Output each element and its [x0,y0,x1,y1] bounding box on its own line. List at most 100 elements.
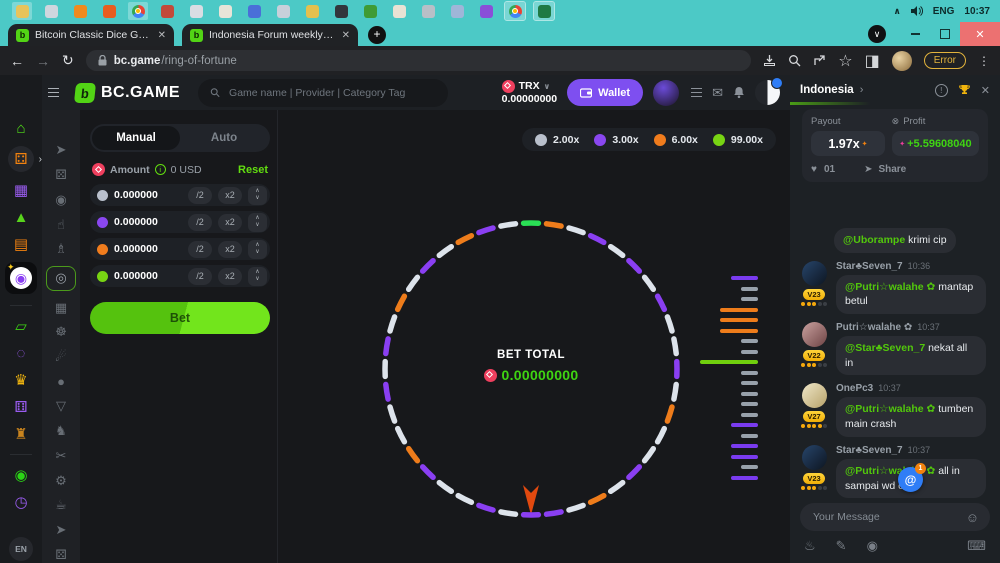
reset-button[interactable]: Reset [238,164,268,176]
double-button[interactable]: x2 [218,268,242,285]
double-button[interactable]: x2 [218,214,242,231]
info-icon[interactable]: i [155,164,166,175]
bet-row-purple[interactable]: 0.000000 /2 x2 ∧∨ [90,211,270,233]
wallet-button[interactable]: Wallet [567,79,643,106]
browser-tab-1[interactable]: b Bitcoin Classic Dice Game - Play | ✕ [8,24,174,46]
bet-row-gray[interactable]: 0.000000 /2 x2 ∧∨ [90,184,270,206]
message-input[interactable] [811,510,960,524]
maximize-button[interactable] [930,22,960,46]
game-item-hilo[interactable]: ♗ [48,241,74,258]
like-heart-icon[interactable]: ♥ [811,164,817,175]
mention-link[interactable]: @Star♣Seven_7 [845,342,925,354]
back-icon[interactable]: ← [10,53,24,69]
bet-amount-value[interactable]: 0.000000 [114,243,158,255]
keyboard-icon[interactable]: ⌨ [967,538,986,554]
double-button[interactable]: x2 [218,241,242,258]
tab-close-icon[interactable]: ✕ [158,30,166,41]
sidebar-item-recent[interactable]: ◷ [6,493,36,511]
room-chevron-icon[interactable]: › [860,84,864,96]
half-button[interactable]: /2 [188,187,212,204]
penguin-icon[interactable] [331,2,351,20]
folder-icon[interactable] [302,2,322,20]
chat-input-bar[interactable]: ☺ [800,503,990,531]
excel-icon[interactable] [534,2,554,20]
clipboard-icon[interactable] [186,2,206,20]
amount-stepper[interactable]: ∧∨ [248,267,267,286]
game-search[interactable] [198,79,448,107]
username[interactable]: Star♣Seven_7 [836,445,903,456]
sidebar-item-roulette[interactable]: ◌ [6,344,36,362]
bookmark-star-icon[interactable]: ☆ [838,51,852,71]
bet-amount-value[interactable]: 0.000000 [114,189,158,201]
game-item-wheel[interactable]: ☸ [48,324,74,341]
tray-language[interactable]: ENG [933,6,955,17]
side-panel-icon[interactable]: ◨ [865,51,880,71]
chat-rules-icon[interactable]: ! [935,84,948,97]
game-item-rocket[interactable]: ➤ [48,522,74,539]
viewer-icon[interactable] [447,2,467,20]
bet-row-orange[interactable]: 0.000000 /2 x2 ∧∨ [90,238,270,260]
game-item-classic-dice[interactable]: ⚄ [48,167,74,184]
share-bet-button[interactable]: ➤ Share [864,164,906,175]
mention-link[interactable]: @Putri☆walahe ✿ [845,403,935,415]
sidebar-item-slots[interactable]: ▦ [6,181,36,199]
new-tab-button[interactable]: + [368,26,386,44]
sidebar-item-language[interactable]: EN [9,537,33,561]
user-menu-icon[interactable] [691,88,702,98]
install-icon[interactable] [763,54,776,67]
bet-row-green[interactable]: 0.000000 /2 x2 ∧∨ [90,265,270,287]
user-avatar[interactable] [653,80,679,106]
bcgame-logo[interactable]: b BC.GAME [75,83,180,103]
share-icon[interactable] [813,54,826,67]
avatar[interactable] [802,322,827,347]
half-button[interactable]: /2 [188,241,212,258]
amount-stepper[interactable]: ∧∨ [248,240,267,259]
browser-menu-icon[interactable]: ⋮ [978,54,990,68]
game-item-limbo[interactable]: ☄ [48,349,74,366]
search-input[interactable] [227,86,436,100]
hot-icon[interactable]: ♨ [804,538,816,554]
robot-icon[interactable] [360,2,380,20]
username[interactable]: OnePc3 [836,383,873,394]
browser-avatar[interactable] [892,51,912,71]
game-item-triangle[interactable]: ▽ [48,398,74,415]
mention-link[interactable]: @Putri☆walahe ✿ [845,281,935,293]
game-item-gear[interactable]: ⚙ [48,472,74,489]
minimize-button[interactable] [900,22,930,46]
amount-stepper[interactable]: ∧∨ [248,186,267,205]
mention-notification-button[interactable]: @ 1 [898,467,923,492]
sidebar-item-lottery[interactable]: ▱ [6,317,36,335]
game-item-ball[interactable]: ● [48,373,74,390]
chrome-window-icon[interactable] [505,2,525,20]
sidebar-item-ring-of-fortune[interactable]: ◉✦ [5,262,37,294]
forward-icon[interactable]: → [36,53,50,69]
sidebar-item-cards[interactable]: ▤ [6,235,36,253]
shared-bet-card[interactable]: Payout ⊗ Profit 1.97x✦ ✦+5.59608040 ♥ 01… [802,109,988,182]
game-item-crash[interactable]: ➤ [48,142,74,159]
close-button[interactable]: ✕ [960,22,1000,46]
sidebar-item-casino[interactable]: ⚃› [8,146,34,172]
reload-icon[interactable]: ↻ [62,52,74,69]
sidebar-item-tower[interactable]: ♜ [6,425,36,443]
firefox-icon[interactable] [99,2,119,20]
bet-amount-value[interactable]: 0.000000 [114,216,158,228]
avatar[interactable] [802,261,827,286]
pen-icon[interactable] [418,2,438,20]
username[interactable]: Putri☆walahe ✿ [836,322,912,333]
tab-manual[interactable]: Manual [92,126,180,150]
mention-link[interactable]: @Uborampe [843,234,905,246]
design-icon[interactable] [244,2,264,20]
media-converter-icon[interactable] [476,2,496,20]
sidebar-item-dice-duo[interactable]: ⚅ [6,398,36,416]
paint-icon[interactable] [215,2,235,20]
file-explorer-icon[interactable] [12,2,32,20]
emoji-icon[interactable]: ☺ [966,510,979,525]
game-item-ring-of-fortune[interactable]: ◎ [46,266,76,292]
chat-room-name[interactable]: Indonesia [800,84,854,96]
sidebar-item-rewards[interactable]: ◉ [6,466,36,484]
photos-icon[interactable] [41,2,61,20]
gif-icon[interactable]: ◉ [867,538,878,554]
tray-chevron-icon[interactable]: ∧ [893,6,900,17]
game-item-dice[interactable]: ⚄ [48,546,74,563]
flower-icon[interactable] [389,2,409,20]
